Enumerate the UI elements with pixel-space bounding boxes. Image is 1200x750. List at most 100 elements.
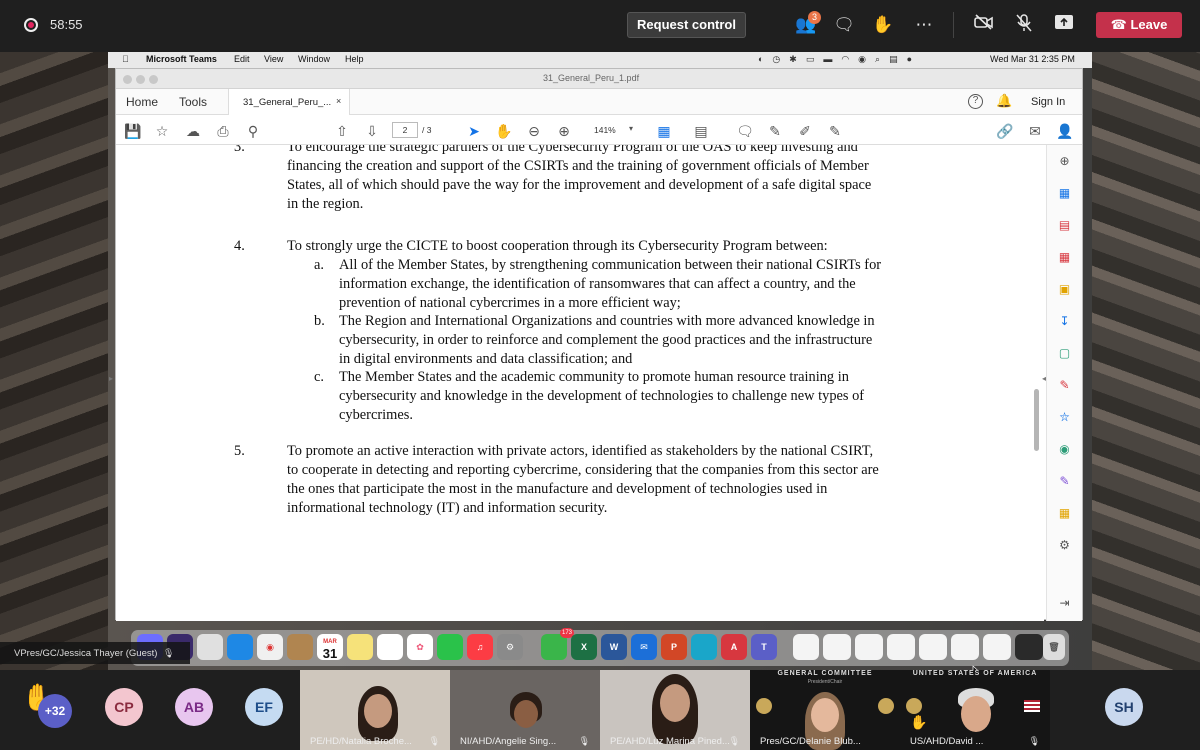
- window-thumbnail-icon[interactable]: [887, 634, 915, 660]
- safari-icon[interactable]: [227, 634, 253, 660]
- camera-off-icon[interactable]: [972, 14, 996, 36]
- music-icon[interactable]: ♫: [467, 634, 493, 660]
- scan-ocr-icon[interactable]: ▢: [1056, 345, 1073, 362]
- share-screen-icon[interactable]: [1052, 14, 1076, 36]
- request-signature-icon[interactable]: ✎: [1056, 473, 1073, 490]
- chrome-icon[interactable]: ◉: [257, 634, 283, 660]
- collapse-left-panel-icon[interactable]: ▸: [109, 374, 113, 383]
- reactions-icon[interactable]: ✋: [871, 14, 895, 36]
- select-cursor-icon[interactable]: ➤: [465, 122, 483, 140]
- share-link-icon[interactable]: 🔗: [996, 122, 1014, 140]
- fit-page-icon[interactable]: ▦: [655, 122, 673, 140]
- apple-icon[interactable]: : [122, 54, 129, 64]
- participant-avatar-ab[interactable]: AB: [175, 688, 213, 726]
- search-icon[interactable]: ⚲: [244, 122, 262, 140]
- participant-avatar-ef[interactable]: EF: [245, 688, 283, 726]
- participant-video-2[interactable]: NI/AHD/Angelie Sing... 🎙: [450, 670, 600, 750]
- edit-pdf-icon[interactable]: ▦: [1056, 249, 1073, 266]
- facetime-icon[interactable]: [437, 634, 463, 660]
- contacts-icon[interactable]: [287, 634, 313, 660]
- document-thumbnail-icon[interactable]: [793, 634, 819, 660]
- launchpad-icon[interactable]: [197, 634, 223, 660]
- zoom-level[interactable]: 141%: [594, 125, 616, 135]
- close-tab-icon[interactable]: ×: [336, 96, 341, 106]
- page-down-icon[interactable]: ⇩: [363, 122, 381, 140]
- window-thumbnail-icon[interactable]: [951, 634, 979, 660]
- participant-avatar-cp[interactable]: CP: [105, 688, 143, 726]
- participant-video-3[interactable]: PE/AHD/Luz Marina Pined... 🎙: [600, 670, 750, 750]
- chat-icon[interactable]: 🗨: [832, 14, 856, 36]
- fill-sign-icon[interactable]: ✎: [826, 122, 844, 140]
- window-thumbnail-icon[interactable]: [1015, 634, 1043, 660]
- hand-tool-icon[interactable]: ✋: [495, 122, 513, 140]
- page-up-icon[interactable]: ⇧: [333, 122, 351, 140]
- upload-cloud-icon[interactable]: ☁: [184, 122, 202, 140]
- teams-icon[interactable]: T: [751, 634, 777, 660]
- more-tools-icon[interactable]: ⚙: [1056, 537, 1073, 554]
- powerpoint-icon[interactable]: P: [661, 634, 687, 660]
- zoom-dropdown-icon[interactable]: ▾: [629, 124, 633, 133]
- zoom-search-icon[interactable]: ⊕: [1056, 153, 1073, 170]
- reminders-icon[interactable]: [377, 634, 403, 660]
- menu-edit[interactable]: Edit: [234, 54, 250, 64]
- comment-tool-icon[interactable]: ▣: [1056, 281, 1073, 298]
- mail-icon[interactable]: ✉: [631, 634, 657, 660]
- close-window-button[interactable]: [123, 75, 132, 84]
- mic-off-icon[interactable]: [1012, 14, 1036, 36]
- participant-video-5[interactable]: UNITED STATES OF AMERICA ✋ US/AHD/David …: [900, 670, 1050, 750]
- menubar-app-name[interactable]: Microsoft Teams: [146, 54, 217, 64]
- participant-avatar-sh[interactable]: SH: [1105, 688, 1143, 726]
- nav-tools[interactable]: Tools: [179, 95, 207, 109]
- more-participants-button[interactable]: +32: [38, 694, 72, 728]
- leave-button[interactable]: ☎ Leave: [1096, 12, 1182, 38]
- zoom-window-button[interactable]: [149, 75, 158, 84]
- scroll-mode-icon[interactable]: ▤: [692, 122, 710, 140]
- print-icon[interactable]: ⎙: [214, 122, 232, 140]
- window-thumbnail-icon[interactable]: [983, 634, 1011, 660]
- document-tab[interactable]: 31_General_Peru_...: [228, 89, 350, 115]
- add-person-icon[interactable]: 👤: [1056, 122, 1074, 140]
- window-thumbnail-icon[interactable]: [855, 634, 883, 660]
- menu-help[interactable]: Help: [345, 54, 364, 64]
- help-icon[interactable]: ?: [968, 94, 983, 109]
- calendar-icon[interactable]: MAR 31: [317, 634, 343, 660]
- email-icon[interactable]: ✉: [1026, 122, 1044, 140]
- participant-video-1[interactable]: PE/HD/Natalia Broche... 🎙: [300, 670, 450, 750]
- menu-window[interactable]: Window: [298, 54, 330, 64]
- window-thumbnail-icon[interactable]: [823, 634, 851, 660]
- request-control-button[interactable]: Request control: [627, 12, 746, 38]
- zoom-in-icon[interactable]: ⊕: [555, 122, 573, 140]
- zoom-out-icon[interactable]: ⊖: [525, 122, 543, 140]
- sign-in-link[interactable]: Sign In: [1031, 96, 1065, 108]
- export-pdf-icon[interactable]: ↧: [1056, 313, 1073, 330]
- excel-icon[interactable]: X: [571, 634, 597, 660]
- participant-video-4[interactable]: GENERAL COMMITTEE President/Chair Pres/G…: [750, 670, 900, 750]
- word-icon[interactable]: W: [601, 634, 627, 660]
- organize-pages-icon[interactable]: ▤: [1056, 217, 1073, 234]
- minimize-window-button[interactable]: [136, 75, 145, 84]
- protect-shield-icon[interactable]: ⛦: [1056, 409, 1073, 426]
- acrobat-icon[interactable]: A: [721, 634, 747, 660]
- vertical-scrollbar[interactable]: [1032, 145, 1042, 621]
- bookmark-star-icon[interactable]: ☆: [153, 122, 171, 140]
- pen-icon[interactable]: ✎: [766, 122, 784, 140]
- comment-icon[interactable]: 🗨: [736, 122, 754, 140]
- compare-files-icon[interactable]: ◉: [1056, 441, 1073, 458]
- nav-home[interactable]: Home: [126, 95, 158, 109]
- save-icon[interactable]: 💾: [124, 122, 142, 140]
- window-thumbnail-icon[interactable]: [919, 634, 947, 660]
- trash-icon[interactable]: 🗑: [1043, 634, 1065, 660]
- create-pdf-icon[interactable]: ▦: [1056, 185, 1073, 202]
- more-options-icon[interactable]: ⋯: [912, 14, 936, 36]
- expand-panel-icon[interactable]: ⇥: [1056, 595, 1073, 612]
- fill-sign-side-icon[interactable]: ✎: [1056, 377, 1073, 394]
- send-for-comments-icon[interactable]: ▦: [1056, 505, 1073, 522]
- menu-view[interactable]: View: [264, 54, 283, 64]
- scrollbar-thumb[interactable]: [1034, 389, 1039, 451]
- highlight-icon[interactable]: ✐: [796, 122, 814, 140]
- page-number-input[interactable]: 2: [392, 122, 418, 138]
- notes-icon[interactable]: [347, 634, 373, 660]
- notifications-bell-icon[interactable]: 🔔: [996, 93, 1012, 109]
- system-preferences-icon[interactable]: ⚙: [497, 634, 523, 660]
- browser-icon[interactable]: [691, 634, 717, 660]
